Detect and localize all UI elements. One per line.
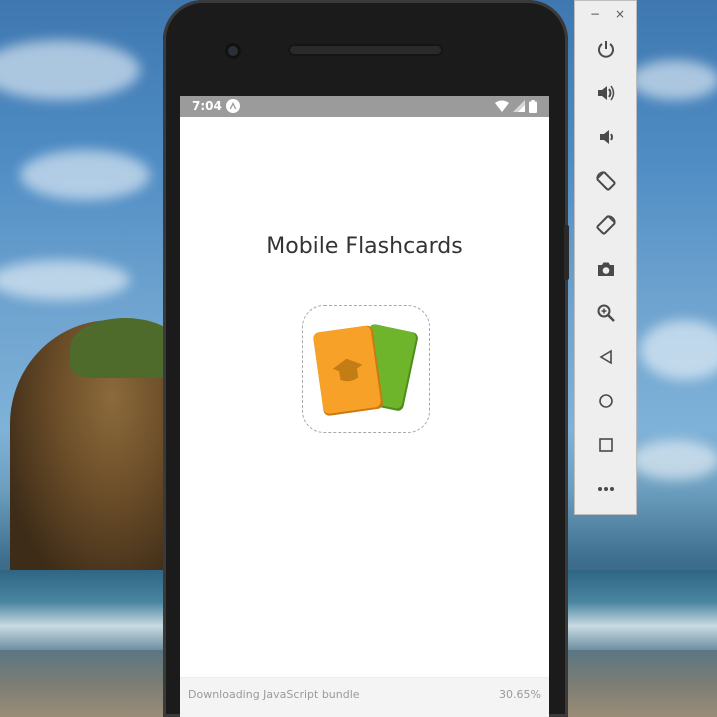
device-volume-button [564, 225, 569, 280]
minimize-icon[interactable]: − [590, 7, 600, 21]
screenshot-camera-icon[interactable] [591, 254, 621, 284]
expo-icon [226, 99, 240, 113]
status-bar: 7:04 [180, 96, 549, 117]
status-icons [495, 99, 537, 113]
home-icon[interactable] [591, 386, 621, 416]
volume-up-icon[interactable] [591, 78, 621, 108]
emulator-window-controls: − × [575, 7, 638, 25]
loading-message: Downloading JavaScript bundle [188, 688, 360, 701]
rotate-left-icon[interactable] [591, 166, 621, 196]
earpiece-speaker [288, 44, 443, 56]
power-icon[interactable] [591, 34, 621, 64]
status-time: 7:04 [192, 99, 222, 113]
bundle-loading-bar: Downloading JavaScript bundle 30.65% [180, 677, 549, 717]
back-icon[interactable] [591, 342, 621, 372]
volume-down-icon[interactable] [591, 122, 621, 152]
loading-percent: 30.65% [499, 688, 541, 701]
app-title: Mobile Flashcards [266, 234, 463, 259]
front-camera [225, 43, 241, 59]
flashcards-graduation-cap-icon [313, 324, 418, 416]
wifi-icon [495, 100, 509, 112]
zoom-icon[interactable] [591, 298, 621, 328]
battery-icon [529, 99, 537, 113]
device-screen[interactable]: 7:04 Mobile Flashcards Downloading JavaS… [180, 96, 549, 717]
signal-icon [513, 100, 525, 112]
more-icon[interactable] [591, 474, 621, 504]
emulator-toolbar: − × [574, 0, 637, 515]
close-icon[interactable]: × [615, 7, 625, 21]
overview-icon[interactable] [591, 430, 621, 460]
rotate-right-icon[interactable] [591, 210, 621, 240]
android-emulator-device: 7:04 Mobile Flashcards Downloading JavaS… [163, 0, 569, 717]
app-icon-frame [302, 305, 430, 433]
